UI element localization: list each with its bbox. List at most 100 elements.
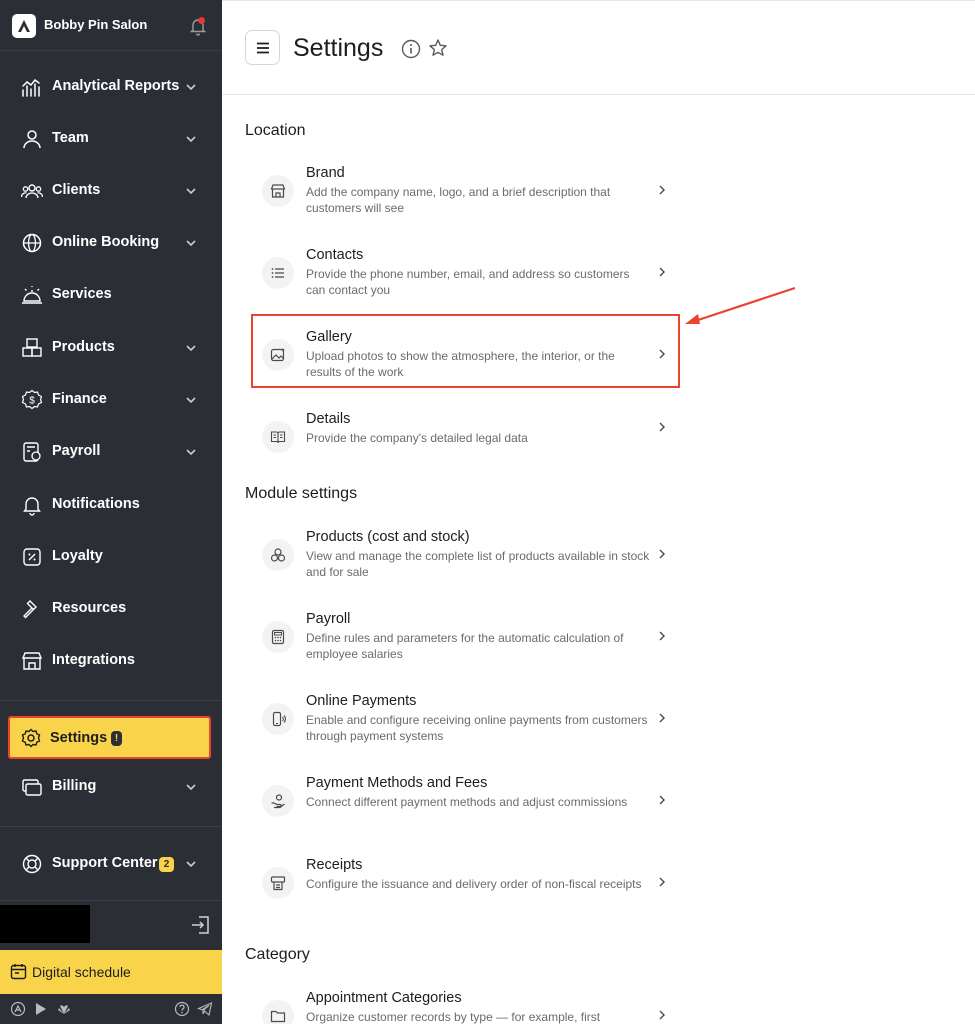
sidebar-item-label: Products: [52, 339, 115, 355]
products-icon: [262, 539, 294, 571]
clients-icon: [21, 184, 43, 199]
sidebar-item-online-booking[interactable]: Online Booking: [0, 219, 222, 267]
chevron-down-icon[interactable]: [184, 857, 198, 871]
divider: [0, 826, 222, 827]
chevron-down-icon[interactable]: [184, 393, 198, 407]
sidebar-item-support-center[interactable]: Support Center: [0, 840, 222, 888]
sidebar-item-label: Payroll: [52, 443, 101, 459]
book-icon: [262, 421, 294, 453]
percent-icon: [23, 548, 41, 566]
google-play-icon[interactable]: [33, 1001, 49, 1017]
folder-icon: [262, 1000, 294, 1024]
chevron-right-icon: [659, 1010, 665, 1020]
chevron-down-icon[interactable]: [184, 184, 198, 198]
divider: [0, 700, 222, 701]
sidebar-item-label: Support Center: [52, 855, 158, 871]
chevron-right-icon: [659, 877, 665, 887]
settings-row-brand[interactable]: Brand Add the company name, logo, and a …: [251, 165, 679, 229]
chevron-right-icon: [659, 795, 665, 805]
alert-badge: !: [111, 731, 122, 746]
sidebar-item-label: Clients: [52, 182, 101, 198]
sidebar-item-team[interactable]: Team: [0, 115, 222, 163]
app-store-icon[interactable]: [10, 1001, 26, 1017]
row-title: Receipts: [306, 857, 363, 873]
hamburger-icon: [257, 42, 269, 54]
row-title: Contacts: [306, 247, 364, 263]
chevron-right-icon: [659, 185, 665, 195]
sidebar-item-payroll[interactable]: Payroll: [0, 428, 222, 476]
brand-name: Bobby Pin Salon: [44, 17, 148, 32]
sidebar-item-settings[interactable]: Settings !: [8, 716, 211, 759]
chevron-down-icon[interactable]: [184, 236, 198, 250]
chevron-right-icon: [659, 631, 665, 641]
sidebar-item-notifications[interactable]: Notifications: [0, 481, 222, 529]
settings-row-receipts[interactable]: Receipts Configure the issuance and deli…: [251, 857, 679, 921]
row-title: Details: [306, 411, 351, 427]
sidebar-item-billing[interactable]: Billing: [0, 763, 222, 811]
sidebar-item-label: Analytical Reports: [52, 78, 180, 94]
phone-pay-icon: [262, 703, 294, 735]
section-title-module-settings: Module settings: [245, 485, 358, 502]
sidebar-item-finance[interactable]: $ Finance: [0, 376, 222, 424]
row-description: Provide the company's detailed legal dat…: [306, 431, 528, 445]
row-title: Products (cost and stock): [306, 529, 470, 545]
sidebar-item-label: Finance: [52, 391, 107, 407]
sidebar-item-label: Integrations: [52, 652, 135, 668]
svg-text:$: $: [29, 396, 35, 407]
info-icon[interactable]: [401, 39, 421, 59]
settings-row-appointment-categories[interactable]: Appointment Categories Organize customer…: [251, 990, 679, 1024]
settings-row-online-payments[interactable]: Online Payments Enable and configure rec…: [251, 693, 679, 757]
receipt-icon: [262, 867, 294, 899]
support-count-badge: 2: [159, 857, 174, 872]
logout-icon[interactable]: [190, 914, 212, 936]
sidebar-item-analytical-reports[interactable]: Analytical Reports: [0, 63, 222, 111]
settings-row-products[interactable]: Products (cost and stock) View and manag…: [251, 529, 679, 593]
chevron-right-icon: [659, 422, 665, 432]
row-description: Define rules and parameters for the auto…: [306, 631, 624, 661]
service-bell-icon: [22, 286, 42, 304]
settings-row-contacts[interactable]: Contacts Provide the phone number, email…: [251, 247, 679, 311]
sidebar-item-clients[interactable]: Clients: [0, 167, 222, 215]
digital-schedule-button[interactable]: Digital schedule: [0, 950, 222, 994]
bottom-icons: [0, 996, 222, 1024]
annotation-arrow-icon: [685, 286, 796, 324]
analytics-icon: [22, 78, 40, 97]
sidebar-item-resources[interactable]: Resources: [0, 585, 222, 633]
page-title: Settings: [293, 34, 384, 62]
chevron-down-icon[interactable]: [184, 132, 198, 146]
chevron-right-icon: [659, 267, 665, 277]
redacted-user-block[interactable]: [0, 905, 90, 943]
main-content: Settings Location Brand Add the company …: [222, 0, 975, 1024]
settings-row-payroll[interactable]: Payroll Define rules and parameters for …: [251, 611, 679, 675]
row-title: Payment Methods and Fees: [306, 775, 488, 791]
huawei-icon[interactable]: [56, 1001, 72, 1017]
sidebar-item-products[interactable]: Products: [0, 324, 222, 372]
star-icon[interactable]: [428, 38, 448, 58]
row-title: Appointment Categories: [306, 990, 462, 1006]
payroll-icon: [23, 442, 41, 462]
chevron-down-icon[interactable]: [184, 341, 198, 355]
sidebar-item-label: Billing: [52, 778, 97, 794]
chevron-down-icon[interactable]: [184, 80, 198, 94]
sidebar-item-loyalty[interactable]: Loyalty: [0, 533, 222, 581]
sidebar-item-integrations[interactable]: Integrations: [0, 637, 222, 685]
menu-toggle-button[interactable]: [245, 30, 280, 65]
unread-dot: [198, 17, 205, 24]
help-icon[interactable]: [174, 1001, 190, 1017]
chevron-down-icon[interactable]: [184, 780, 198, 794]
settings-row-payment-methods[interactable]: Payment Methods and Fees Connect differe…: [251, 775, 679, 839]
sidebar: Bobby Pin Salon Analytical Reports Team …: [0, 0, 222, 1024]
sidebar-item-services[interactable]: Services: [0, 271, 222, 319]
telegram-icon[interactable]: [197, 1001, 213, 1017]
brand-row[interactable]: Bobby Pin Salon: [0, 0, 222, 51]
row-title: Brand: [306, 165, 345, 181]
gear-icon: [21, 728, 41, 748]
brand-logo: [12, 14, 36, 38]
lifebuoy-icon: [22, 854, 42, 874]
list-icon: [262, 257, 294, 289]
chevron-down-icon[interactable]: [184, 445, 198, 459]
row-title: Payroll: [306, 611, 351, 627]
sidebar-item-label: Resources: [52, 600, 127, 616]
settings-row-details[interactable]: Details Provide the company's detailed l…: [251, 411, 679, 475]
row-description: Enable and configure receiving online pa…: [306, 713, 648, 743]
